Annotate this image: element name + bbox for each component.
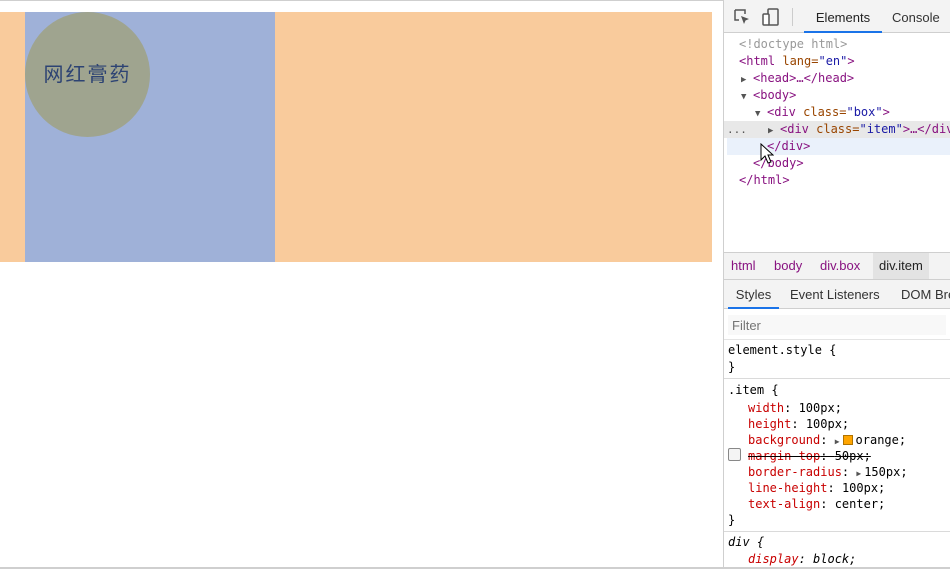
div-box-tag: <div [767, 105, 796, 119]
css-prop-border-radius[interactable]: border-radius: ▶ 150px; [748, 464, 908, 480]
expand-triangle-icon[interactable]: ▶ [835, 437, 840, 446]
prop-value: block; [813, 552, 857, 566]
devtools-panel: Elements Console <!doctype html> <html l… [723, 0, 950, 569]
rule-close-brace: } [728, 513, 736, 527]
css-prop-display[interactable]: display: block; [748, 551, 856, 567]
prop-name: width [748, 401, 785, 415]
property-toggle-checkbox[interactable] [728, 448, 741, 461]
breadcrumb-div-item[interactable]: div.item [873, 253, 929, 279]
tab-elements[interactable]: Elements [804, 0, 882, 33]
rule-separator [724, 378, 950, 379]
styles-filter-input[interactable] [728, 315, 946, 335]
doctype-text: <!doctype html> [739, 37, 848, 51]
css-prop-text-align[interactable]: text-align: center; [748, 496, 885, 512]
breadcrumb-div-box[interactable]: div.box [820, 253, 860, 279]
devtools-toolbar: Elements Console [724, 0, 950, 33]
body-tag: <body> [753, 88, 797, 102]
div-box-tag-end: > [882, 105, 890, 119]
expand-triangle-icon[interactable]: ▶ [856, 469, 861, 478]
css-prop-background[interactable]: background: ▶ orange; [748, 432, 906, 448]
css-prop-line-height[interactable]: line-height: 100px; [748, 480, 885, 496]
tab-event-listeners[interactable]: Event Listeners [790, 280, 880, 309]
prop-value: 100px; [805, 417, 850, 431]
dom-node-body-close[interactable]: </body> [753, 155, 950, 172]
prop-name: text-align [748, 497, 821, 511]
breadcrumb-body[interactable]: body [774, 253, 802, 279]
style-rules: element.style { } .item { width: 100px; … [724, 340, 950, 569]
dom-node-div-box[interactable]: ▼ <div class="box"> [755, 104, 950, 121]
css-prop-margin-top-disabled[interactable]: margin-top: 50px; [748, 448, 871, 464]
toolbar-separator [792, 8, 793, 26]
breadcrumb-html[interactable]: html [731, 253, 756, 279]
html-tag-end: > [847, 54, 855, 68]
div-item-tag-end: >…</div> [902, 122, 950, 136]
rule-close-brace: } [728, 360, 736, 374]
page-viewport: 网红膏药 [0, 0, 723, 569]
prop-name: line-height [748, 481, 828, 495]
css-prop-width[interactable]: width: 100px; [748, 400, 842, 416]
breadcrumb: html body div.box div.item [724, 252, 950, 280]
html-tag: <html [739, 54, 776, 68]
div-box-attr-value: "box" [846, 105, 883, 119]
inspect-element-icon[interactable] [733, 8, 751, 26]
dom-node-body[interactable]: ▼ <body> [741, 87, 950, 104]
html-close-tag: </html> [739, 173, 790, 187]
div-item-tag: <div [780, 122, 809, 136]
html-attr: lang= [775, 54, 819, 68]
prop-name: border-radius [748, 465, 842, 479]
prop-value: center; [834, 497, 886, 511]
styles-pane-tabs: Styles Event Listeners DOM Breakpoints [724, 280, 950, 309]
prop-value: 150px; [864, 465, 908, 479]
dom-node-html-close[interactable]: </html> [739, 172, 950, 189]
more-options-icon[interactable]: ... [727, 121, 747, 138]
dom-node-doctype[interactable]: <!doctype html> [739, 36, 950, 53]
prop-name: background [748, 433, 821, 447]
color-swatch-icon[interactable] [842, 435, 853, 445]
html-attr-value: "en" [818, 54, 848, 68]
head-tag: <head>…</head> [753, 71, 855, 85]
filter-row [724, 310, 950, 340]
prop-value: orange; [855, 433, 907, 447]
viewport-top-border [0, 0, 723, 1]
prop-value: 100px; [798, 401, 842, 415]
prop-value: 100px; [841, 481, 886, 495]
dom-tree: <!doctype html> <html lang="en"> ▶ <head>… [724, 34, 950, 252]
item-rule-selector[interactable]: .item { [728, 382, 779, 398]
prop-name: display [748, 552, 799, 566]
mouse-cursor-icon [760, 143, 774, 164]
dom-node-head[interactable]: ▶ <head>…</head> [741, 70, 950, 87]
dom-node-div-item[interactable]: ... ▶<div class="item">…</div> [724, 121, 950, 138]
css-prop-height[interactable]: height: 100px; [748, 416, 849, 432]
tab-styles[interactable]: Styles [728, 280, 779, 309]
rule-separator [724, 531, 950, 532]
prop-name: margin-top [748, 449, 821, 463]
div-rule-selector[interactable]: div { [728, 534, 764, 550]
tab-console[interactable]: Console [892, 0, 940, 33]
element-style-selector[interactable]: element.style { [728, 342, 836, 358]
div-item-attr: class= [808, 122, 860, 136]
div-item-attr-value: "item" [859, 122, 903, 136]
item-circle: 网红膏药 [25, 12, 150, 137]
dom-node-html[interactable]: <html lang="en"> [739, 53, 950, 70]
prop-name: height [748, 417, 792, 431]
collapse-triangle-icon[interactable]: ▼ [741, 89, 753, 106]
div-box-attr: class= [795, 105, 847, 119]
device-toolbar-icon[interactable] [762, 8, 780, 26]
tab-dom-breakpoints[interactable]: DOM Breakpoints [901, 280, 950, 309]
prop-value: 50px; [834, 449, 871, 463]
